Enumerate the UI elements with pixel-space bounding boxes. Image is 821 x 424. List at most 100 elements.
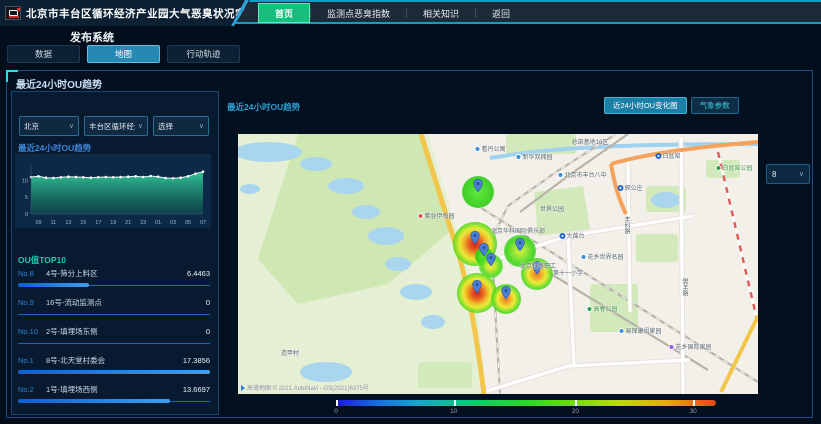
value-bar-track xyxy=(18,370,210,374)
svg-text:09: 09 xyxy=(35,220,41,226)
toplist-row[interactable]: No.8 4号-筛分上料区 6.4463 xyxy=(18,266,210,295)
legend-tick-label: 30 xyxy=(690,408,697,415)
svg-text:5: 5 xyxy=(25,195,28,201)
map-label: 易保康闵家园 xyxy=(618,326,661,335)
rank-label: No.9 xyxy=(18,298,42,307)
map-label: 看丹公寓 xyxy=(474,144,505,153)
toplist-row[interactable]: No.21号-填埋场西侧13.6697 xyxy=(18,382,210,411)
map-label: 北京铁路职工 xyxy=(520,261,556,270)
ou-value: 17.3856 xyxy=(183,356,210,365)
nav-back[interactable]: 返回 xyxy=(476,3,526,23)
tab-map[interactable]: 地图 xyxy=(87,45,160,63)
map-label: 郭公庄 xyxy=(617,183,642,192)
svg-text:01: 01 xyxy=(155,220,161,226)
svg-text:03: 03 xyxy=(170,220,176,226)
value-bar-track xyxy=(18,399,210,403)
toplist-title: OU值TOP10 xyxy=(18,254,66,266)
rank-label: No.8 xyxy=(18,269,42,278)
mall-icon xyxy=(668,344,674,350)
weather-params-button[interactable]: 气象参数 xyxy=(691,97,739,114)
map-label: 总部基地16区 xyxy=(572,137,609,146)
svg-text:15: 15 xyxy=(80,220,86,226)
ou-value: 13.6697 xyxy=(183,385,210,394)
map-label: 第十一小学 xyxy=(553,268,583,277)
svg-text:05: 05 xyxy=(185,220,191,226)
ou-value: 0 xyxy=(206,327,210,336)
map-pin-icon[interactable] xyxy=(472,280,482,293)
city-select[interactable]: 北京∨ xyxy=(19,116,79,136)
ou-change-map-button[interactable]: 近24小时OU变化图 xyxy=(604,97,687,114)
legend-tick xyxy=(454,400,456,406)
ou-value: 6.4463 xyxy=(187,269,210,278)
poi-icon xyxy=(580,254,586,260)
trend-chart: 0510091113151719212301030507 xyxy=(15,154,211,228)
point-name: 8号-北天堂村委会 xyxy=(46,355,179,366)
legend-tick-label: 20 xyxy=(572,408,579,415)
brand-banner: 北京市丰台区循环经济产业园大气恶臭状况实时 xyxy=(0,0,250,26)
view-tabs: 数据 地图 行动轨迹 xyxy=(7,45,240,63)
map-label: 高春公园 xyxy=(586,304,617,313)
svg-text:11: 11 xyxy=(51,220,57,226)
ou-top-list: No.8 4号-筛分上料区 6.4463 No.9 16号-流动监测点 0 No.10 2号-… xyxy=(18,266,210,411)
tab-track[interactable]: 行动轨迹 xyxy=(167,45,240,63)
map-title: 最近24小时OU趋势 xyxy=(227,101,300,113)
map-pin-icon[interactable] xyxy=(515,238,525,251)
poi-icon xyxy=(618,328,624,334)
nav-knowledge[interactable]: 相关知识 xyxy=(407,3,475,23)
tab-data[interactable]: 数据 xyxy=(7,45,80,63)
value-bar-track xyxy=(18,341,210,345)
park-icon xyxy=(586,306,592,312)
svg-text:07: 07 xyxy=(200,220,206,226)
metro-icon xyxy=(617,185,623,191)
map-label: 大葆台 xyxy=(559,231,584,240)
toplist-row[interactable]: No.9 16号-流动监测点 0 xyxy=(18,295,210,324)
map-label: 新华双拥园 xyxy=(515,152,552,161)
point-select[interactable]: 8∨ xyxy=(766,164,810,184)
chevron-down-icon: ∨ xyxy=(199,122,204,130)
map-pin-icon[interactable] xyxy=(473,179,483,192)
filter-selects: 北京∨ 丰台区循环经济产业园∨ 选择∨ xyxy=(19,116,209,136)
amap-logo-icon xyxy=(241,385,245,391)
legend-tick-label: 10 xyxy=(450,408,457,415)
park-select[interactable]: 丰台区循环经济产业园∨ xyxy=(84,116,148,136)
map-label: 花乡世界名园 xyxy=(580,252,623,261)
map-label: 花乡国际家居 xyxy=(668,342,711,351)
point-name: 16号-流动监测点 xyxy=(46,297,202,308)
map-label: 樊羊路 xyxy=(680,278,689,296)
legend-tick-label: 0 xyxy=(334,408,338,415)
ou-value: 0 xyxy=(206,298,210,307)
poi-icon xyxy=(557,172,563,178)
park-icon xyxy=(715,165,721,171)
nav-home[interactable]: 首页 xyxy=(258,3,310,23)
point-name: 1号-填埋场西侧 xyxy=(46,384,179,395)
system-label: 发布系统 xyxy=(70,29,114,45)
poi-icon xyxy=(474,146,480,152)
svg-text:21: 21 xyxy=(125,220,131,226)
nav-odor-index[interactable]: 监测点恶臭指数 xyxy=(311,3,406,23)
sidebar: 北京∨ 丰台区循环经济产业园∨ 选择∨ 最近24小时OU趋势 051009111… xyxy=(11,91,219,415)
map-label: 白盆窑 xyxy=(655,151,680,160)
toplist-row[interactable]: No.10 2号-填埋场东侧 0 xyxy=(18,324,210,353)
legend-tick xyxy=(575,400,577,406)
panel-title: 最近24小时OU趋势 xyxy=(16,76,102,91)
app-window: 北京市丰台区循环经济产业园大气恶臭状况实时 首页 监测点恶臭指数 相关知识 返回… xyxy=(0,0,821,424)
app-logo-icon xyxy=(5,6,21,20)
map-canvas[interactable]: 看丹公寓新华双拥园总部基地16区白盆窑白盆窑公园北京市丰台八中郭公庄世界公园北京… xyxy=(238,134,758,394)
point-name: 2号-填埋场东侧 xyxy=(46,326,202,337)
value-bar-fill xyxy=(18,370,210,374)
toplist-row[interactable]: No.18号-北天堂村委会17.3856 xyxy=(18,353,210,382)
map-pin-icon[interactable] xyxy=(486,253,496,266)
svg-text:10: 10 xyxy=(22,179,28,185)
value-bar-track xyxy=(18,312,210,316)
legend-gradient-bar xyxy=(336,400,716,406)
legend-labels: 0 10 20 30 xyxy=(336,408,716,417)
rank-label: No.10 xyxy=(18,327,42,336)
point-filter-select[interactable]: 选择∨ xyxy=(153,116,209,136)
app-title: 北京市丰台区循环经济产业园大气恶臭状况实时 xyxy=(26,6,257,21)
point-name: 4号-筛分上料区 xyxy=(46,268,183,279)
metro-icon xyxy=(655,153,661,159)
svg-text:13: 13 xyxy=(65,220,71,226)
scenic-icon xyxy=(417,213,423,219)
value-bar-track xyxy=(18,283,210,287)
map-pin-icon[interactable] xyxy=(501,286,511,299)
